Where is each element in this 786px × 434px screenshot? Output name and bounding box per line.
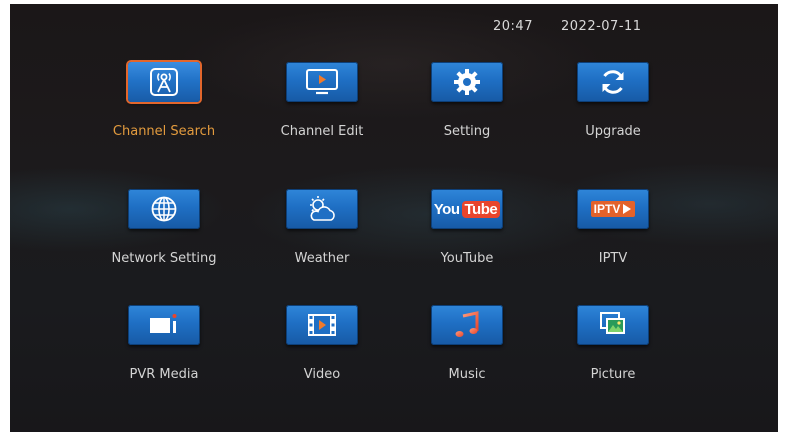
menu-label: IPTV [598, 251, 628, 266]
weather-tile[interactable] [286, 189, 358, 229]
clock-date: 2022-07-11 [561, 19, 642, 34]
video-tile[interactable] [286, 305, 358, 345]
upgrade-tile[interactable] [577, 62, 649, 102]
menu-label: Network Setting [111, 251, 217, 266]
iptv-logo-icon: IPTV [590, 201, 636, 217]
channel-search-tile[interactable] [128, 62, 200, 102]
channel-edit-tile[interactable] [286, 62, 358, 102]
tv-play-icon [306, 69, 338, 95]
gear-icon [454, 69, 480, 95]
iptv-play-icon [623, 204, 632, 214]
menu-label: Music [448, 367, 486, 382]
youtube-logo-you: You [433, 200, 460, 218]
menu-label: Channel Search [112, 124, 216, 139]
menu-label: Upgrade [585, 124, 641, 139]
menu-label: PVR Media [129, 367, 199, 382]
menu-label: Weather [294, 251, 350, 266]
pvr-media-tile[interactable] [128, 305, 200, 345]
menu-label: Picture [590, 367, 636, 382]
film-play-icon [308, 314, 336, 336]
clock-time: 20:47 [493, 19, 533, 34]
weather-icon [310, 196, 335, 221]
youtube-tile[interactable]: You Tube [431, 189, 503, 229]
menu-label: Setting [443, 124, 491, 139]
record-camera-icon [150, 314, 177, 333]
youtube-logo-icon: You Tube [433, 200, 501, 218]
globe-icon [151, 196, 177, 222]
menu-label: Video [303, 367, 341, 382]
refresh-icon [602, 70, 624, 94]
picture-tile[interactable] [577, 305, 649, 345]
youtube-logo-tube: Tube [461, 200, 501, 218]
menu-label: Channel Edit [280, 124, 364, 139]
menu-label: YouTube [440, 251, 494, 266]
music-tile[interactable] [431, 305, 503, 345]
picture-icon [600, 312, 625, 334]
antenna-icon [150, 68, 178, 96]
tv-screen: 20:47 2022-07-11 Channel Search Channel … [10, 4, 778, 432]
iptv-tile[interactable]: IPTV [577, 189, 649, 229]
music-note-icon [455, 311, 479, 337]
setting-tile[interactable] [431, 62, 503, 102]
iptv-logo-text: IPTV [593, 202, 621, 216]
network-setting-tile[interactable] [128, 189, 200, 229]
